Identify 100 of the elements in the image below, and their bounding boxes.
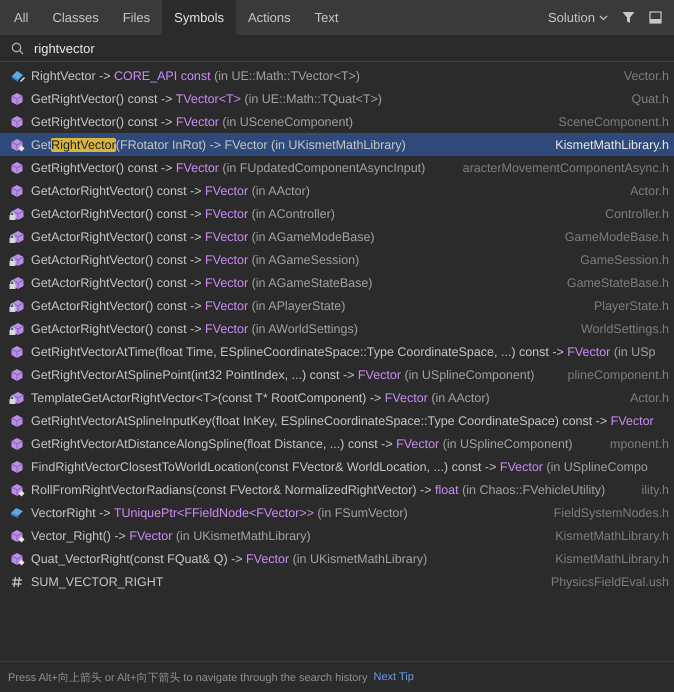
result-row[interactable]: GetActorRightVector() const -> FVector (in APlayerState) PlayerState.h bbox=[0, 294, 674, 317]
cube-icon bbox=[10, 160, 24, 174]
symbol-signature: GetActorRightVector() const -> FVector (in AWorldSettings) bbox=[31, 322, 358, 336]
file-name: WorldSettings.h bbox=[580, 322, 669, 336]
symbol-signature: GetActorRightVector() const -> FVector (in AActor) bbox=[31, 184, 310, 198]
file-name: PhysicsFieldEval.ush bbox=[550, 574, 669, 588]
symbol-signature: Vector_Right() -> FVector (in UKismetMathLibrary) bbox=[31, 528, 311, 542]
file-name: GameStateBase.h bbox=[566, 276, 669, 290]
result-row[interactable]: GetRightVector() const -> TVector<T> (in UE::Math::TQuat<T>) Quat.h bbox=[0, 87, 674, 110]
symbol-signature: GetActorRightVector() const -> FVector (in AGameSession) bbox=[31, 252, 360, 266]
symbol-signature: GetActorRightVector() const -> FVector (in AGameModeBase) bbox=[31, 230, 375, 244]
tab[interactable]: All bbox=[2, 0, 40, 35]
file-name: ility.h bbox=[640, 482, 669, 496]
caret-icon bbox=[599, 14, 608, 20]
symbol-signature: RightVector -> CORE_API const (in UE::Math::TVector<T>) bbox=[31, 68, 360, 82]
file-name: mponent.h bbox=[608, 436, 669, 450]
result-row[interactable]: GetRightVector() const -> FVector (in FUpdatedComponentAsyncInput) aracterMovementComponentAsync.h bbox=[0, 156, 674, 179]
tip-text: Press Alt+向上箭头 or Alt+向下箭头 to navigate through the search history bbox=[8, 670, 368, 684]
cube-icon bbox=[10, 414, 24, 428]
file-name: SceneComponent.h bbox=[558, 114, 669, 128]
locked-cube-icon bbox=[9, 206, 25, 220]
symbol-signature: VectorRight -> TUniquePtr<FFieldNode<FVector>> (in FSumVector) bbox=[31, 506, 408, 520]
file-name: plineComponent.h bbox=[566, 368, 669, 382]
symbol-signature: GetRightVector(FRotator InRot) -> FVector (in UKismetMathLibrary) bbox=[31, 138, 406, 152]
result-row[interactable]: SUM_VECTOR_RIGHT PhysicsFieldEval.ush bbox=[0, 570, 674, 593]
file-name: Vector.h bbox=[622, 68, 669, 82]
result-row[interactable]: GetActorRightVector() const -> FVector (in AController) Controller.h bbox=[0, 202, 674, 225]
locked-cube-icon bbox=[9, 390, 25, 404]
window-icon[interactable] bbox=[649, 11, 662, 24]
result-row[interactable]: GetRightVectorAtTime(float Time, ESplineCoordinateSpace::Type CoordinateSpace, ...) const -> FVector (in USp bbox=[0, 340, 674, 363]
cube-icon bbox=[10, 114, 24, 128]
tab[interactable]: Symbols bbox=[162, 0, 236, 35]
tab[interactable]: Files bbox=[110, 0, 162, 35]
symbol-signature: GetRightVectorAtTime(float Time, ESplineCoordinateSpace::Type CoordinateSpace, ...) const -> FVector (in USp bbox=[31, 344, 656, 358]
result-row[interactable]: GetRightVectorAtDistanceAlongSpline(float Distance, ...) const -> FVector (in USplineComponent) mponent.h bbox=[0, 432, 674, 455]
result-row[interactable]: GetActorRightVector() const -> FVector (in AGameStateBase) GameStateBase.h bbox=[0, 271, 674, 294]
result-row[interactable]: GetActorRightVector() const -> FVector (in AGameSession) GameSession.h bbox=[0, 248, 674, 271]
symbol-signature: GetRightVector() const -> FVector (in FUpdatedComponentAsyncInput) bbox=[31, 160, 426, 174]
locked-cube-icon bbox=[9, 322, 25, 336]
diamond-icon bbox=[10, 506, 24, 520]
result-row[interactable]: GetActorRightVector() const -> FVector (in AGameModeBase) GameModeBase.h bbox=[0, 225, 674, 248]
tab[interactable]: Actions bbox=[236, 0, 303, 35]
symbol-signature: GetActorRightVector() const -> FVector (in APlayerState) bbox=[31, 298, 346, 312]
search-field[interactable]: rightvector bbox=[34, 40, 334, 56]
locked-cube-icon bbox=[9, 298, 25, 312]
cube-icon bbox=[10, 436, 24, 450]
diamond-pencil-icon bbox=[10, 68, 24, 82]
file-name: aracterMovementComponentAsync.h bbox=[462, 160, 669, 174]
filter-icon[interactable] bbox=[622, 11, 635, 24]
symbol-signature: GetActorRightVector() const -> FVector (in AGameStateBase) bbox=[31, 276, 372, 290]
result-row[interactable]: GetActorRightVector() const -> FVector (in AActor) Actor.h bbox=[0, 179, 674, 202]
file-name: GameSession.h bbox=[579, 252, 669, 266]
file-name: KismetMathLibrary.h bbox=[554, 138, 669, 152]
file-name: FieldSystemNodes.h bbox=[552, 506, 669, 520]
result-row[interactable]: RightVector -> CORE_API const (in UE::Math::TVector<T>) Vector.h bbox=[0, 64, 674, 87]
result-row[interactable]: GetRightVectorAtSplinePoint(int32 PointIndex, ...) const -> FVector (in USplineComponent) plineComponent.h bbox=[0, 363, 674, 386]
symbol-signature: GetRightVectorAtSplinePoint(int32 PointIndex, ...) const -> FVector (in USplineComponent) bbox=[31, 368, 534, 382]
file-name: Actor.h bbox=[629, 184, 669, 198]
result-row[interactable]: VectorRight -> TUniquePtr<FFieldNode<FVector>> (in FSumVector) FieldSystemNodes.h bbox=[0, 501, 674, 524]
result-row[interactable]: GetRightVector() const -> FVector (in USceneComponent) SceneComponent.h bbox=[0, 110, 674, 133]
symbol-signature: GetRightVectorAtDistanceAlongSpline(float Distance, ...) const -> FVector (in USplineComponent) bbox=[31, 436, 573, 450]
symbol-signature: GetActorRightVector() const -> FVector (in AController) bbox=[31, 206, 335, 220]
symbol-signature: Quat_VectorRight(const FQuat& Q) -> FVector (in UKismetMathLibrary) bbox=[31, 552, 428, 566]
search-icon bbox=[11, 42, 24, 54]
cube-diamond-icon bbox=[10, 552, 24, 566]
file-name: PlayerState.h bbox=[592, 298, 669, 312]
file-name: Controller.h bbox=[604, 206, 669, 220]
result-row[interactable]: RollFromRightVectorRadians(const FVector& NormalizedRightVector) -> float (in Chaos::FVehicleUtility) ility.h bbox=[0, 478, 674, 501]
result-row[interactable]: TemplateGetActorRightVector<T>(const T* RootComponent) -> FVector (in AActor) Actor.h bbox=[0, 386, 674, 409]
result-row[interactable]: GetActorRightVector() const -> FVector (in AWorldSettings) WorldSettings.h bbox=[0, 317, 674, 340]
result-row[interactable]: GetRightVectorAtSplineInputKey(float InKey, ESplineCoordinateSpace::Type CoordinateSpace) const -> FVector bbox=[0, 409, 674, 432]
file-name: Quat.h bbox=[630, 92, 669, 106]
locked-cube-icon bbox=[9, 252, 25, 266]
cube-icon bbox=[10, 460, 24, 474]
symbol-signature: FindRightVectorClosestToWorldLocation(const FVector& WorldLocation, ...) const -> FVector (in USplineCompo bbox=[31, 460, 648, 474]
result-row[interactable]: GetRightVector(FRotator InRot) -> FVector (in UKismetMathLibrary) KismetMathLibrary.h bbox=[0, 133, 674, 156]
tab[interactable]: Classes bbox=[40, 0, 111, 35]
file-name: Actor.h bbox=[629, 390, 669, 404]
symbol-signature: SUM_VECTOR_RIGHT bbox=[31, 574, 164, 588]
scope-dropdown[interactable]: Solution bbox=[548, 10, 608, 25]
result-row[interactable]: FindRightVectorClosestToWorldLocation(const FVector& WorldLocation, ...) const -> FVector (in USplineCompo bbox=[0, 455, 674, 478]
file-name: GameModeBase.h bbox=[564, 230, 669, 244]
symbol-signature: TemplateGetActorRightVector<T>(const T* RootComponent) -> FVector (in AActor) bbox=[31, 390, 490, 404]
cube-diamond-icon bbox=[10, 482, 24, 496]
locked-cube-icon bbox=[9, 276, 25, 290]
cube-icon bbox=[10, 368, 24, 382]
tab[interactable]: Text bbox=[302, 0, 350, 35]
result-row[interactable]: Quat_VectorRight(const FQuat& Q) -> FVector (in UKismetMathLibrary) KismetMathLibrary.h bbox=[0, 547, 674, 570]
symbol-signature: RollFromRightVectorRadians(const FVector& NormalizedRightVector) -> float (in Chaos::FVehicleUtility) bbox=[31, 482, 606, 496]
cube-diamond-icon bbox=[10, 528, 24, 542]
hash-icon bbox=[11, 574, 23, 588]
cube-icon bbox=[10, 92, 24, 106]
result-row[interactable]: Vector_Right() -> FVector (in UKismetMathLibrary) KismetMathLibrary.h bbox=[0, 524, 674, 547]
symbol-signature: GetRightVector() const -> FVector (in USceneComponent) bbox=[31, 114, 354, 128]
symbol-signature: GetRightVectorAtSplineInputKey(float InKey, ESplineCoordinateSpace::Type CoordinateSpace) const -> FVector bbox=[31, 414, 654, 428]
cube-icon bbox=[10, 344, 24, 358]
file-name: KismetMathLibrary.h bbox=[554, 528, 669, 542]
locked-cube-icon bbox=[9, 230, 25, 244]
next-tip-link[interactable]: Next Tip bbox=[374, 671, 414, 683]
cube-icon bbox=[10, 184, 24, 198]
